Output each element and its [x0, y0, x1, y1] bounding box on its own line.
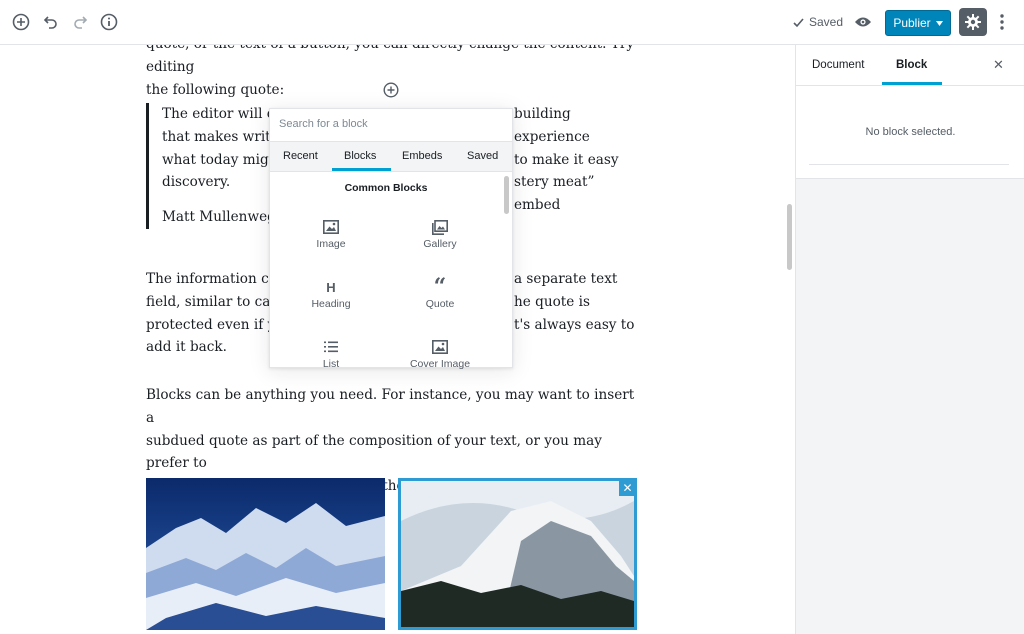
- header-toolbar: Saved Publier: [0, 0, 1024, 45]
- quote-right-line: building experience: [514, 106, 590, 145]
- tab-saved[interactable]: Saved: [467, 150, 498, 162]
- cover-image-icon: [400, 338, 480, 356]
- gallery-image-cliff-selected[interactable]: [398, 478, 637, 630]
- quote-right-line: stery meat” embed: [514, 174, 595, 214]
- tab-embeds[interactable]: Embeds: [402, 150, 442, 162]
- heading-icon: H: [291, 278, 371, 296]
- block-item-label: Cover Image: [409, 358, 471, 370]
- publish-button[interactable]: Publier: [885, 10, 951, 36]
- more-options-icon[interactable]: [991, 11, 1013, 33]
- info-right-line: a separate text: [514, 271, 618, 287]
- info-right-line: he quote is: [514, 293, 590, 310]
- preview-eye-icon[interactable]: [852, 11, 874, 33]
- list-icon: [291, 338, 371, 356]
- editor-scrollbar-track[interactable]: [784, 45, 795, 634]
- block-item-image[interactable]: Image: [291, 218, 371, 262]
- quote-right-line: to make it easy: [514, 151, 619, 168]
- common-blocks-heading: Common Blocks: [344, 182, 428, 194]
- quote-icon: “: [400, 274, 480, 300]
- close-sidebar-icon[interactable]: ✕: [993, 57, 1004, 73]
- block-item-label: Image: [316, 238, 346, 250]
- image-icon: [291, 218, 371, 236]
- block-settings-panel: No block selected.: [796, 86, 1024, 179]
- inserter-scrollbar-thumb[interactable]: [504, 176, 509, 214]
- tab-document[interactable]: Document: [812, 59, 864, 71]
- tab-block[interactable]: Block: [896, 59, 927, 71]
- quote-glyph: “: [433, 274, 447, 300]
- heading-glyph: H: [326, 279, 336, 295]
- block-item-label: Gallery: [423, 238, 457, 250]
- blocks-line: Blocks can be anything you need. For ins…: [146, 387, 635, 426]
- block-search-input[interactable]: Search for a block: [279, 118, 368, 130]
- remove-image-button[interactable]: ✕: [619, 480, 636, 496]
- editor-scrollbar-thumb[interactable]: [787, 204, 792, 270]
- check-icon: [793, 17, 804, 27]
- inserter-scrollbar[interactable]: [502, 173, 512, 367]
- settings-sidebar: Document Block ✕ No block selected.: [795, 45, 1024, 634]
- publish-label: Publier: [893, 16, 931, 30]
- block-item-label: Quote: [425, 298, 455, 310]
- cliff-photo: [401, 481, 634, 627]
- mountain-photo: [146, 478, 385, 630]
- active-tab-indicator: [882, 82, 942, 85]
- info-icon[interactable]: [98, 11, 120, 33]
- block-item-list[interactable]: List: [291, 338, 371, 382]
- redo-icon[interactable]: [69, 11, 91, 33]
- block-item-gallery[interactable]: Gallery: [400, 218, 480, 262]
- divider: [809, 164, 1009, 165]
- quote-right-fragment: building experience to make it easy ster…: [514, 103, 644, 217]
- info-right-line: t's always easy to: [514, 316, 635, 333]
- block-item-label: List: [322, 358, 340, 370]
- block-inserter-popover: Search for a block Recent Blocks Embeds …: [269, 108, 513, 370]
- insert-block-icon[interactable]: [383, 82, 399, 98]
- block-item-label: Heading: [311, 298, 351, 310]
- gallery-icon: [400, 218, 480, 236]
- add-block-icon[interactable]: [10, 11, 32, 33]
- saved-status: Saved: [793, 15, 843, 29]
- inserter-tabs: Recent Blocks Embeds Saved: [270, 141, 512, 172]
- gear-icon: [965, 14, 981, 30]
- active-tab-indicator: [332, 168, 391, 171]
- saved-label: Saved: [809, 15, 844, 29]
- caret-down-icon: [935, 20, 943, 26]
- settings-gear-button[interactable]: [959, 8, 987, 36]
- block-item-heading[interactable]: H Heading: [291, 278, 371, 322]
- block-item-quote[interactable]: “ Quote: [400, 274, 480, 322]
- block-item-cover-image[interactable]: Cover Image: [400, 338, 480, 382]
- tab-blocks[interactable]: Blocks: [344, 150, 376, 162]
- no-block-selected-message: No block selected.: [865, 126, 956, 138]
- info-right-fragment: a separate text he quote is t's always e…: [514, 268, 644, 336]
- blocks-line: subdued quote as part of the composition…: [146, 432, 602, 472]
- sidebar-tabs: Document Block ✕: [796, 45, 1024, 86]
- undo-icon[interactable]: [40, 11, 62, 33]
- gallery-image-mountains[interactable]: [146, 478, 385, 630]
- tab-recent[interactable]: Recent: [283, 150, 318, 162]
